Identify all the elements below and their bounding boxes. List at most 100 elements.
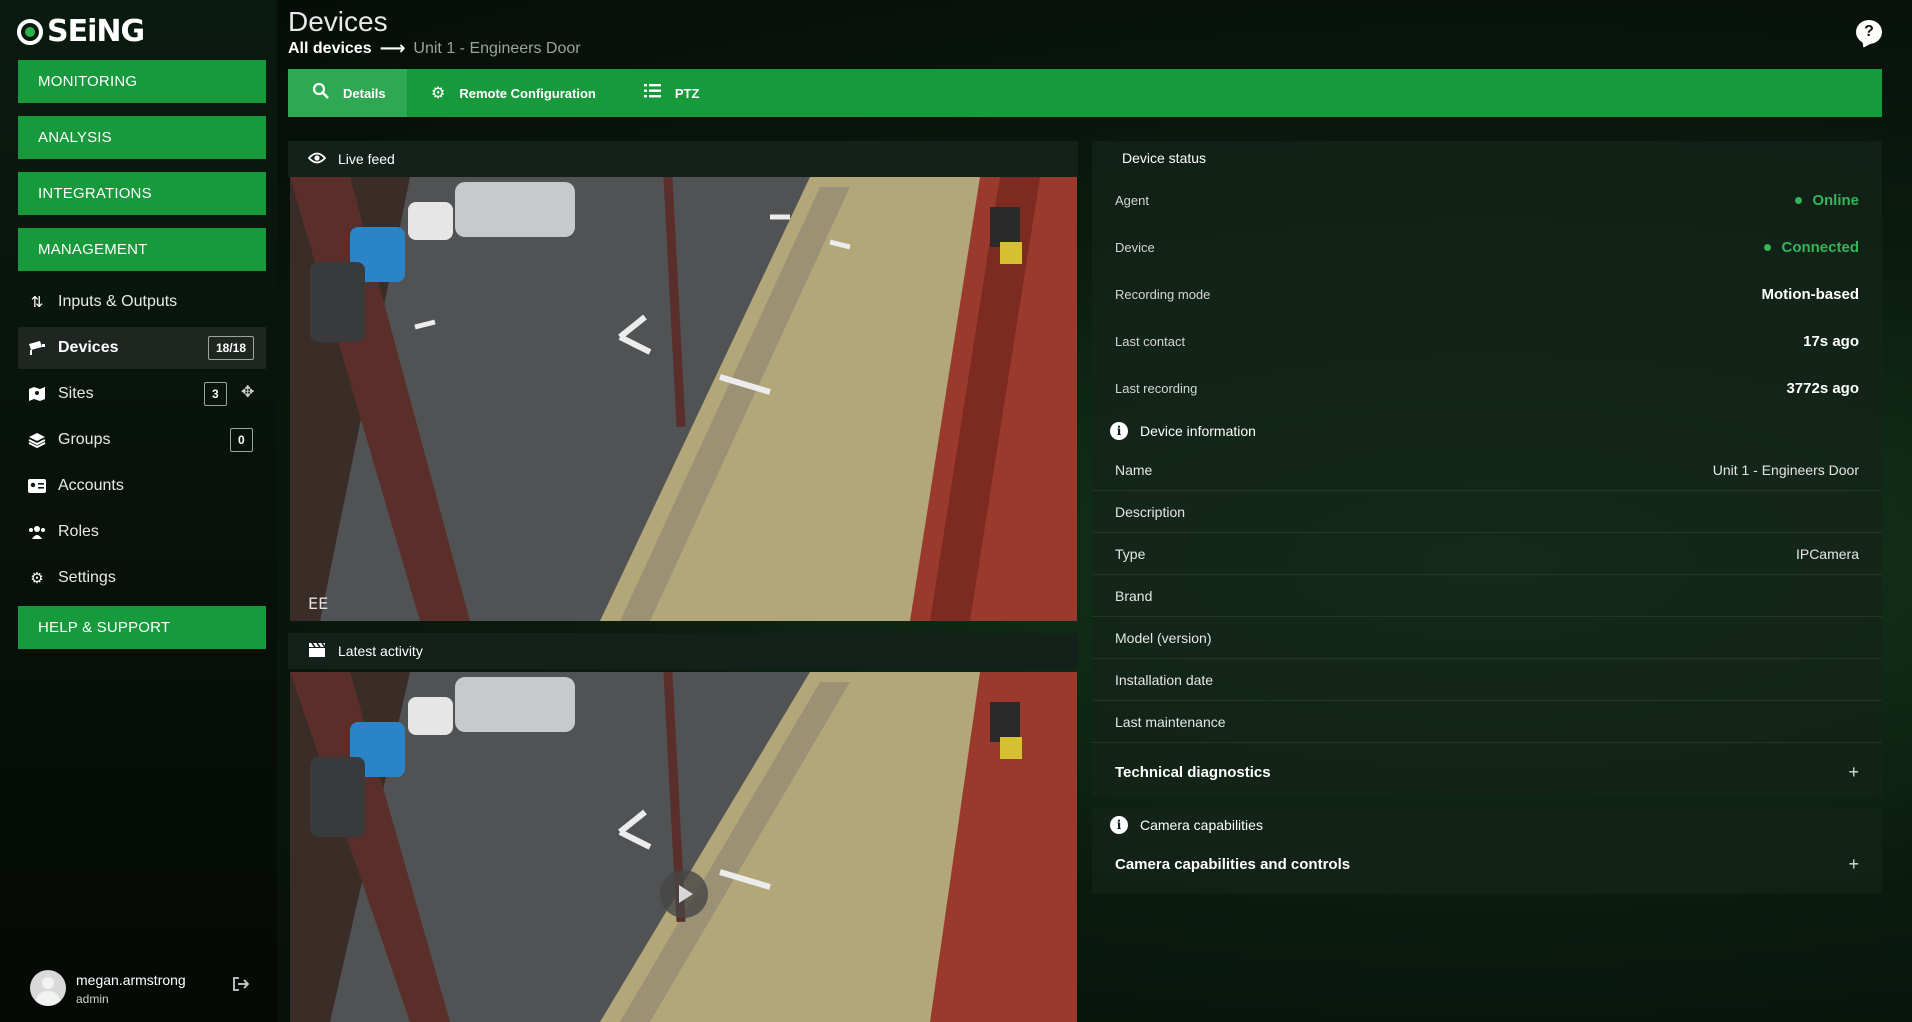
tab-remote-configuration[interactable]: ⚙ Remote Configuration bbox=[407, 69, 620, 117]
avatar bbox=[30, 970, 66, 1006]
device-status: Connected bbox=[1781, 239, 1859, 256]
camera-capabilities-header: i Camera capabilities bbox=[1110, 816, 1263, 834]
device-status-title: Device status bbox=[1122, 150, 1207, 166]
breadcrumb: All devices ⟶ Unit 1 - Engineers Door bbox=[288, 38, 581, 59]
breadcrumb-current: Unit 1 - Engineers Door bbox=[413, 39, 581, 57]
sidebar-item-settings[interactable]: ⚙ Settings bbox=[18, 557, 266, 599]
info-row-model: Model (version) bbox=[1092, 617, 1882, 659]
sidebar-item-label: Roles bbox=[58, 523, 99, 540]
info-label: Description bbox=[1115, 503, 1186, 520]
id-card-icon bbox=[28, 477, 46, 495]
sidebar: SEiNG MONITORING ANALYSIS INTEGRATIONS M… bbox=[0, 0, 277, 1022]
groups-count-badge: 0 bbox=[230, 428, 253, 452]
info-label: Name bbox=[1115, 461, 1153, 478]
agent-status: Online bbox=[1812, 192, 1859, 209]
status-row-last-contact: Last contact 17s ago bbox=[1092, 318, 1882, 365]
layers-icon bbox=[28, 431, 46, 449]
status-row-last-recording: Last recording 3772s ago bbox=[1092, 365, 1882, 412]
plus-icon[interactable]: + bbox=[1848, 854, 1859, 875]
info-row-description: Description bbox=[1092, 491, 1882, 533]
camera-icon bbox=[28, 339, 46, 357]
tab-label: PTZ bbox=[674, 85, 700, 101]
arrows-updown-icon: ⇅ bbox=[30, 294, 44, 311]
info-icon: i bbox=[1110, 816, 1128, 834]
sidebar-item-label: Groups bbox=[58, 431, 111, 448]
search-icon bbox=[312, 82, 329, 104]
status-row-agent: Agent Online bbox=[1092, 177, 1882, 224]
status-label: Device bbox=[1115, 240, 1155, 255]
info-label: Type bbox=[1115, 545, 1146, 562]
info-value: Unit 1 - Engineers Door bbox=[1712, 461, 1859, 478]
device-status-panel: Device status Agent Online Device Connec… bbox=[1092, 141, 1882, 797]
sidebar-item-label: Inputs & Outputs bbox=[58, 293, 178, 310]
expander-label: Camera capabilities and controls bbox=[1115, 855, 1351, 873]
sidebar-item-label: Settings bbox=[58, 569, 116, 586]
live-feed-video[interactable]: EE bbox=[290, 177, 1077, 621]
sites-count-badge: 3 bbox=[204, 382, 227, 406]
sidebar-item-accounts[interactable]: Accounts bbox=[18, 465, 266, 507]
arrow-right-icon: ⟶ bbox=[379, 38, 406, 58]
tab-bar: Details ⚙ Remote Configuration PTZ bbox=[288, 69, 1882, 117]
status-value: 3772s ago bbox=[1786, 380, 1859, 397]
logout-icon[interactable] bbox=[232, 976, 252, 996]
info-label: Installation date bbox=[1115, 671, 1214, 688]
user-name: megan.armstrong bbox=[76, 972, 186, 988]
user-role: admin bbox=[76, 992, 109, 1006]
tab-label: Remote Configuration bbox=[459, 85, 596, 101]
nav-integrations[interactable]: INTEGRATIONS bbox=[18, 172, 266, 215]
camera-capabilities-title: Camera capabilities bbox=[1140, 817, 1263, 833]
status-label: Last recording bbox=[1115, 381, 1198, 396]
camera-capabilities-panel: i Camera capabilities Camera capabilitie… bbox=[1092, 808, 1882, 894]
latest-activity-title: Latest activity bbox=[338, 643, 423, 659]
help-icon[interactable]: ? bbox=[1856, 20, 1882, 44]
clapperboard-icon bbox=[308, 642, 326, 661]
page-title: Devices bbox=[288, 6, 388, 37]
status-value: Connected bbox=[1764, 239, 1859, 256]
status-dot-icon bbox=[1795, 197, 1803, 204]
tab-label: Details bbox=[343, 85, 386, 101]
status-value: Motion-based bbox=[1761, 286, 1860, 303]
nav-management[interactable]: MANAGEMENT bbox=[18, 228, 266, 271]
sidebar-item-roles[interactable]: Roles bbox=[18, 511, 266, 553]
sidebar-item-label: Accounts bbox=[58, 477, 124, 494]
sidebar-item-sites[interactable]: Sites bbox=[18, 373, 266, 415]
breadcrumb-root[interactable]: All devices bbox=[288, 40, 372, 58]
devices-count-badge: 18/18 bbox=[208, 336, 255, 360]
status-label: Last contact bbox=[1115, 334, 1186, 349]
info-row-installation-date: Installation date bbox=[1092, 659, 1882, 701]
latest-activity-header: Latest activity bbox=[288, 633, 1078, 669]
play-icon[interactable] bbox=[660, 870, 708, 918]
sidebar-item-groups[interactable]: Groups bbox=[18, 419, 266, 461]
expander-label: Technical diagnostics bbox=[1115, 763, 1271, 781]
info-row-type: Type IPCamera bbox=[1092, 533, 1882, 575]
tab-details[interactable]: Details bbox=[288, 69, 407, 117]
info-value: IPCamera bbox=[1795, 545, 1859, 562]
technical-diagnostics-expander[interactable]: Technical diagnostics + bbox=[1092, 749, 1882, 795]
brand-logo[interactable]: SEiNG bbox=[17, 14, 145, 49]
info-label: Model (version) bbox=[1115, 629, 1212, 646]
info-row-brand: Brand bbox=[1092, 575, 1882, 617]
sidebar-item-label: Devices bbox=[58, 339, 119, 356]
nav-analysis[interactable]: ANALYSIS bbox=[18, 116, 266, 159]
user-profile[interactable]: megan.armstrong admin bbox=[30, 970, 186, 1006]
status-label: Recording mode bbox=[1115, 287, 1211, 302]
live-feed-header: Live feed bbox=[288, 141, 1078, 177]
device-information-header: i Device information bbox=[1110, 422, 1256, 440]
brand-name: SEiNG bbox=[47, 14, 145, 49]
list-icon bbox=[643, 83, 661, 103]
nav-monitoring[interactable]: MONITORING bbox=[18, 60, 266, 103]
status-label: Agent bbox=[1115, 193, 1149, 208]
tab-ptz[interactable]: PTZ bbox=[620, 69, 724, 117]
eye-icon bbox=[307, 151, 327, 167]
device-information-title: Device information bbox=[1140, 423, 1256, 439]
latest-activity-video[interactable] bbox=[290, 672, 1077, 1022]
info-icon: i bbox=[1110, 422, 1128, 440]
info-row-last-maintenance: Last maintenance bbox=[1092, 701, 1882, 743]
move-icon[interactable]: ✥ bbox=[241, 382, 254, 402]
users-icon bbox=[28, 523, 46, 541]
nav-help-support[interactable]: HELP & SUPPORT bbox=[18, 606, 266, 649]
plus-icon[interactable]: + bbox=[1848, 762, 1859, 783]
camera-overlay-text: EE bbox=[308, 594, 328, 613]
sidebar-item-inputs-outputs[interactable]: ⇅ Inputs & Outputs bbox=[18, 281, 266, 323]
camera-capabilities-expander[interactable]: Camera capabilities and controls + bbox=[1092, 841, 1882, 887]
